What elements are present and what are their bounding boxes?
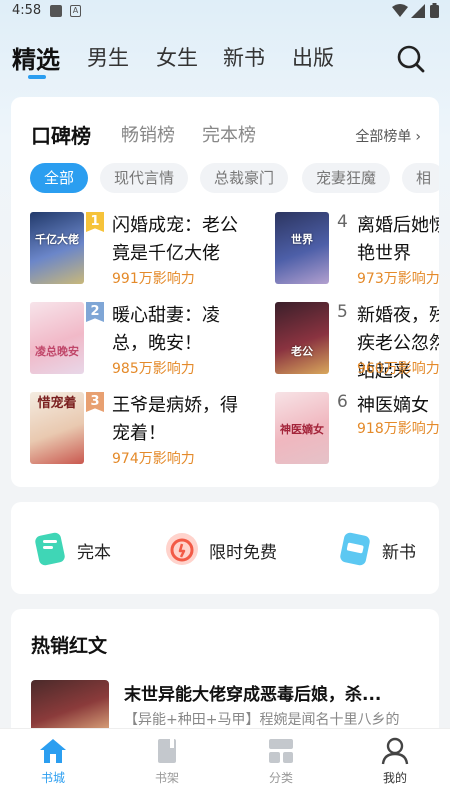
all-rankings-label: 全部榜单	[355, 129, 412, 145]
signal-icon	[411, 4, 425, 18]
quick-entry-card: 完本 限时免费 新书	[11, 502, 439, 594]
book-title: 闪婚成宠：老公竟是千亿大佬	[112, 215, 238, 264]
rank-number: 4	[337, 212, 348, 232]
tab-featured[interactable]: 精选	[12, 40, 60, 75]
book-title: 神医嫡女	[357, 395, 429, 416]
book-heat: 985万影响力	[112, 361, 195, 377]
category-icon	[269, 739, 293, 763]
book-heat: 973万影响力	[357, 271, 439, 287]
bookshelf-icon	[158, 739, 176, 763]
cover-title: 神医嫡女	[280, 423, 324, 436]
wifi-icon	[392, 4, 408, 17]
nav-label: 我的	[382, 771, 407, 785]
cover-title: 世界	[291, 233, 313, 246]
nav-bookstore[interactable]: 书城	[23, 737, 83, 793]
book-cover: 凌总晚安	[30, 302, 84, 374]
profile-icon	[381, 737, 409, 765]
rank-number: 5	[337, 302, 348, 322]
entry-finished[interactable]: 完本	[31, 530, 141, 568]
entry-new-books[interactable]: 新书	[336, 530, 436, 568]
book-cover: 神医嫡女	[275, 392, 329, 464]
section-title: 热销红文	[31, 635, 108, 657]
rank-number: 6	[337, 392, 348, 412]
nav-profile[interactable]: 我的	[365, 737, 425, 793]
book-description: 【异能+种田+马甲】程婉是闻名十里八乡的	[124, 712, 400, 728]
book-heat: 918万影响力	[357, 421, 439, 437]
entry-limited-free[interactable]: 限时免费	[163, 530, 293, 568]
status-time: 4:58	[12, 3, 42, 18]
nav-category[interactable]: 分类	[251, 737, 311, 793]
tab-male[interactable]: 男生	[87, 42, 129, 72]
status-bar: 4:58 A	[0, 0, 450, 24]
rank-badge: 2	[86, 302, 104, 322]
chip-pampered-wife[interactable]: 宠妻狂魔	[302, 163, 391, 193]
tab-new-books[interactable]: 新书	[223, 42, 265, 72]
chip-modern-romance[interactable]: 现代言情	[100, 163, 189, 193]
book-title: 王爷是病娇，得宠着！	[112, 395, 238, 444]
entry-label: 新书	[382, 543, 416, 563]
book-cover: 千亿大佬	[30, 212, 84, 284]
battery-icon	[430, 3, 439, 18]
book-title[interactable]: 末世异能大佬穿成恶毒后娘，杀...	[124, 680, 424, 705]
cover-title: 凌总晚安	[35, 345, 79, 358]
chip-all[interactable]: 全部	[30, 163, 89, 193]
tab-indicator	[28, 75, 46, 79]
entry-label: 完本	[77, 543, 111, 563]
all-rankings-link[interactable]: 全部榜单 ›	[355, 126, 421, 146]
top-nav: 精选 男生 女生 新书 出版	[0, 38, 450, 79]
home-icon	[40, 739, 66, 763]
rank-badge: 1	[86, 212, 104, 232]
nav-label: 书城	[40, 771, 65, 785]
tab-completed-rank[interactable]: 完本榜	[202, 121, 256, 147]
tab-bestseller-rank[interactable]: 畅销榜	[121, 121, 175, 147]
app-notification-icon: A	[70, 5, 81, 17]
chip-ceo[interactable]: 总裁豪门	[200, 163, 289, 193]
tab-female[interactable]: 女生	[156, 42, 198, 72]
finished-book-icon	[35, 532, 65, 566]
bottom-nav: 书城 书架 分类 我的	[0, 728, 450, 800]
book-title: 暖心甜妻：凌总，晚安！	[112, 305, 220, 354]
nav-bookshelf[interactable]: 书架	[137, 737, 197, 793]
cover-title: 老公	[291, 345, 313, 358]
book-heat: 960万影响力	[357, 361, 439, 377]
chip-more[interactable]: 相	[402, 163, 439, 193]
cover-title: 惜宠着	[37, 396, 77, 411]
tab-reputation-rank[interactable]: 口碑榜	[31, 120, 91, 149]
new-book-icon	[340, 532, 370, 566]
book-title: 离婚后她惊艳世界	[357, 215, 439, 264]
chevron-right-icon: ›	[415, 129, 421, 145]
entry-label: 限时免费	[209, 543, 277, 563]
ranking-card: 口碑榜 畅销榜 完本榜 全部榜单 › 全部 现代言情 总裁豪门 宠妻狂魔 相 千亿…	[11, 97, 439, 487]
book-heat: 974万影响力	[112, 451, 195, 467]
timer-icon	[166, 533, 198, 565]
book-heat: 991万影响力	[112, 271, 195, 287]
cover-title: 千亿大佬	[35, 233, 79, 246]
notification-icon	[50, 5, 62, 17]
rank-badge: 3	[86, 392, 104, 412]
tab-publishing[interactable]: 出版	[292, 42, 334, 72]
search-icon[interactable]	[396, 44, 426, 74]
nav-label: 分类	[268, 771, 293, 785]
nav-label: 书架	[154, 771, 179, 785]
book-cover: 世界	[275, 212, 329, 284]
book-cover: 老公	[275, 302, 329, 374]
book-cover: 惜宠着	[30, 392, 84, 464]
